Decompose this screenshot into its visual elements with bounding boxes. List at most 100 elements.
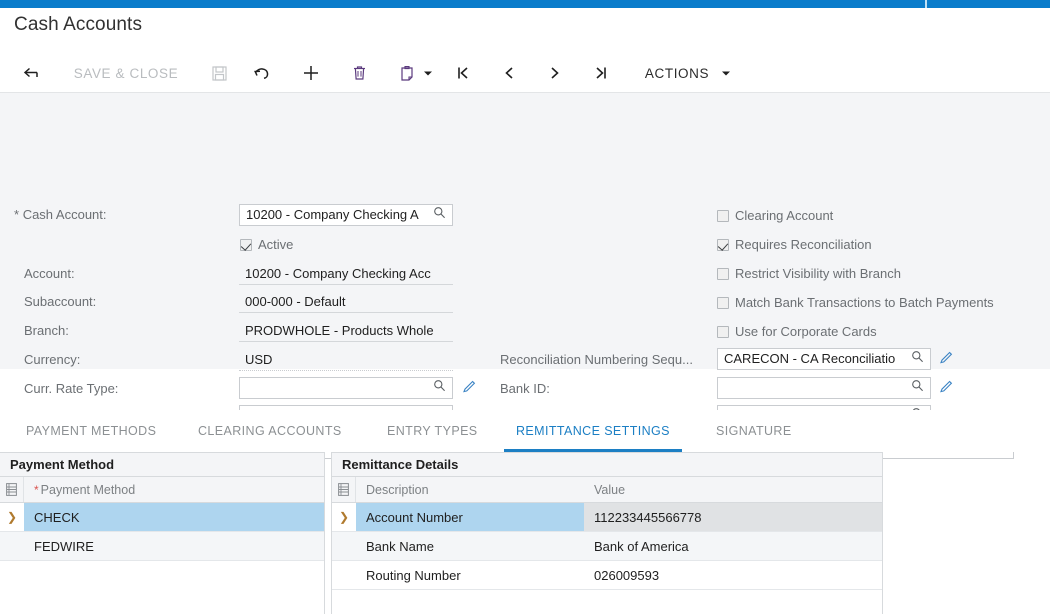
clearing-account-checkbox-row[interactable]: Clearing Account — [717, 208, 833, 223]
add-record-button[interactable] — [298, 54, 324, 92]
cell-description: Account Number — [356, 503, 584, 531]
table-row[interactable]: Bank Name Bank of America — [332, 532, 882, 561]
branch-input[interactable]: PRODWHOLE - Products Whole — [239, 320, 453, 342]
restrict-visibility-checkbox-row[interactable]: Restrict Visibility with Branch — [717, 266, 901, 281]
chevron-right-icon: ❯ — [6, 510, 18, 524]
reconciliation-numbering-input[interactable]: CARECON - CA Reconciliatio — [717, 348, 931, 370]
tab-label: PAYMENT METHODS — [26, 424, 157, 438]
cash-account-label: * Cash Account: — [14, 207, 107, 222]
row-selector[interactable]: ❯ — [332, 503, 356, 531]
subaccount-input[interactable]: 000-000 - Default — [239, 291, 453, 313]
column-label: Value — [594, 482, 626, 497]
payment-method-column-header[interactable]: * Payment Method — [24, 477, 324, 502]
back-button[interactable] — [18, 54, 44, 92]
last-record-button[interactable] — [588, 54, 614, 92]
previous-record-button[interactable] — [496, 54, 522, 92]
payment-method-grid-title: Payment Method — [0, 453, 324, 477]
caret-down-icon — [721, 70, 731, 77]
requires-reconciliation-checkbox-row[interactable]: Requires Reconciliation — [717, 237, 872, 252]
grid-settings-icon[interactable] — [332, 477, 356, 502]
row-selector[interactable] — [0, 532, 24, 560]
first-record-button[interactable] — [450, 54, 476, 92]
column-label: Description — [366, 482, 429, 497]
actions-menu-button[interactable]: ACTIONS — [634, 54, 720, 92]
plus-icon — [302, 64, 320, 82]
table-row[interactable]: ❯ Account Number 112233445566778 — [332, 503, 882, 532]
cell-description: Routing Number — [366, 567, 461, 583]
tab-clearing-accounts[interactable]: CLEARING ACCOUNTS — [198, 410, 342, 452]
description-column-header[interactable]: Description — [356, 477, 584, 502]
chevron-right-icon: ❯ — [338, 510, 350, 524]
application-top-bar — [0, 0, 1050, 8]
cell-payment-method: FEDWIRE — [24, 532, 324, 560]
account-input[interactable]: 10200 - Company Checking Acc — [239, 263, 453, 285]
clipboard-icon — [400, 65, 414, 82]
top-bar-divider — [925, 0, 927, 8]
tab-bar: PAYMENT METHODS CLEARING ACCOUNTS ENTRY … — [0, 410, 1050, 452]
pencil-icon — [462, 380, 477, 398]
row-selector[interactable] — [332, 532, 356, 560]
copy-paste-dropdown-button[interactable] — [418, 54, 438, 92]
tab-label: CLEARING ACCOUNTS — [198, 424, 342, 438]
delete-record-button[interactable] — [346, 54, 372, 92]
row-selector[interactable]: ❯ — [0, 503, 24, 531]
tab-remittance-settings[interactable]: REMITTANCE SETTINGS — [504, 410, 682, 452]
magnifier-icon[interactable] — [433, 378, 446, 398]
value-column-header[interactable]: Value — [584, 477, 882, 502]
floppy-save-icon — [211, 65, 227, 81]
cell-value: Bank of America — [584, 532, 882, 560]
branch-value: PRODWHOLE - Products Whole — [245, 322, 434, 338]
magnifier-icon[interactable] — [911, 349, 924, 369]
active-checkbox-row[interactable]: Active — [240, 237, 293, 252]
tab-payment-methods[interactable]: PAYMENT METHODS — [26, 410, 156, 452]
tab-label: ENTRY TYPES — [387, 424, 478, 438]
tab-label: SIGNATURE — [716, 424, 792, 438]
next-record-icon — [547, 65, 563, 81]
undo-button[interactable] — [250, 54, 276, 92]
active-checkbox[interactable] — [240, 238, 252, 251]
row-selector[interactable] — [332, 561, 356, 589]
cash-account-input[interactable]: 10200 - Company Checking A — [239, 204, 453, 226]
curr-rate-type-edit-button[interactable] — [462, 379, 477, 399]
account-label: Account: — [24, 266, 75, 281]
currency-input[interactable]: USD — [239, 349, 453, 371]
use-for-corporate-cards-checkbox[interactable] — [717, 325, 729, 338]
save-and-close-label: SAVE & CLOSE — [73, 65, 179, 81]
match-bank-transactions-checkbox[interactable] — [717, 296, 729, 309]
match-bank-transactions-checkbox-row[interactable]: Match Bank Transactions to Batch Payment… — [717, 295, 994, 310]
restrict-visibility-checkbox[interactable] — [717, 267, 729, 280]
grid-settings-icon[interactable] — [0, 477, 24, 502]
table-row[interactable]: FEDWIRE — [0, 532, 324, 561]
active-label: Active — [258, 237, 294, 252]
curr-rate-type-input[interactable] — [239, 377, 453, 399]
actions-caret-button[interactable] — [716, 54, 736, 92]
account-value: 10200 - Company Checking Acc — [245, 265, 431, 281]
clearing-account-checkbox[interactable] — [717, 209, 729, 222]
table-row[interactable]: ❯ CHECK — [0, 503, 324, 532]
bank-id-edit-button[interactable] — [939, 379, 954, 399]
table-row[interactable]: Routing Number 026009593 — [332, 561, 882, 590]
cell-description: Bank Name — [356, 532, 584, 560]
curr-rate-type-label: Curr. Rate Type: — [24, 381, 119, 396]
use-for-corporate-cards-checkbox-row[interactable]: Use for Corporate Cards — [717, 324, 877, 339]
tab-entry-types[interactable]: ENTRY TYPES — [387, 410, 478, 452]
bank-id-label: Bank ID: — [500, 381, 550, 396]
match-bank-transactions-label: Match Bank Transactions to Batch Payment… — [735, 295, 994, 310]
cell-value: 112233445566778 — [584, 503, 882, 531]
save-and-close-button[interactable]: SAVE & CLOSE — [62, 54, 190, 92]
reconciliation-numbering-value: CARECON - CA Reconciliatio — [724, 351, 896, 366]
undo-icon — [253, 65, 273, 81]
reconciliation-numbering-edit-button[interactable] — [939, 350, 954, 370]
cell-value: 026009593 — [594, 567, 660, 583]
required-asterisk: * — [14, 207, 20, 222]
cell-payment-method: CHECK — [24, 503, 324, 531]
save-button[interactable] — [206, 54, 232, 92]
next-record-button[interactable] — [542, 54, 568, 92]
requires-reconciliation-checkbox[interactable] — [717, 238, 729, 251]
bank-id-input[interactable] — [717, 377, 931, 399]
magnifier-icon[interactable] — [433, 205, 446, 225]
last-record-icon — [593, 65, 609, 81]
magnifier-icon[interactable] — [911, 378, 924, 398]
copy-paste-button[interactable] — [394, 54, 420, 92]
tab-signature[interactable]: SIGNATURE — [716, 410, 792, 452]
